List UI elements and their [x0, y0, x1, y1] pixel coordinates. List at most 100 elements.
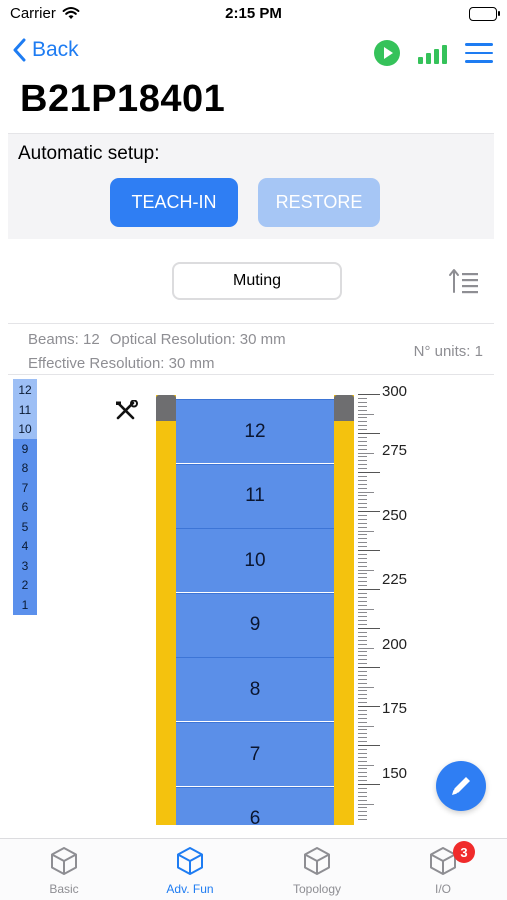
scale-tick [358, 686, 374, 688]
scale-tick [358, 522, 367, 524]
beam-6[interactable]: 6 [176, 786, 334, 825]
scale-tick [358, 468, 367, 470]
beam-10[interactable]: 10 [176, 528, 334, 593]
scale-tick [358, 483, 367, 485]
scale-tick [358, 394, 380, 395]
scale-tick [358, 674, 367, 676]
beam-index-number: 1 [21, 597, 29, 612]
scale-tick [358, 409, 367, 411]
cube-icon [51, 847, 77, 875]
beam-9[interactable]: 9 [176, 592, 334, 657]
menu-icon[interactable] [465, 43, 493, 63]
tab-label: Topology [292, 882, 342, 896]
tab-topology[interactable]: Topology [267, 845, 367, 896]
scale-label: 150 [382, 765, 408, 782]
scale-tick [358, 706, 380, 707]
scale-tick [358, 596, 367, 598]
tab-adv-fun[interactable]: Adv. Fun [140, 845, 240, 896]
back-button[interactable]: Back [12, 38, 79, 62]
scale-tick [358, 429, 367, 431]
scale-tick [358, 561, 367, 563]
curtain-rail-left [156, 395, 176, 825]
beam-index-number: 5 [21, 519, 29, 534]
scale-tick [358, 436, 367, 438]
beam-index-number: 12 [18, 383, 32, 397]
scale-tick [358, 495, 367, 497]
beam-index-number: 2 [21, 578, 29, 592]
beam-8[interactable]: 8 [176, 657, 334, 722]
scale-tick [358, 401, 367, 403]
effective-resolution: Effective Resolution: 30 mm [28, 355, 215, 372]
scale-tick [358, 444, 367, 446]
scale-tick [358, 542, 367, 544]
beam-12[interactable]: 12 [176, 399, 334, 463]
scale-tick [358, 698, 367, 700]
scale-tick [358, 530, 374, 532]
scale-tick [358, 585, 367, 587]
scale-tick [358, 600, 367, 602]
scale-tick [358, 667, 380, 668]
scale-tick [358, 550, 380, 551]
pencil-icon [452, 777, 470, 795]
tab-label: Adv. Fun [166, 882, 214, 896]
edit-button[interactable] [436, 761, 486, 811]
divider [8, 323, 494, 324]
curtain-rail-right [334, 395, 354, 825]
battery-icon [469, 7, 500, 21]
muting-button[interactable]: Muting [172, 262, 342, 300]
scale-tick [358, 690, 367, 692]
scale-tick [358, 784, 380, 785]
scale-tick [358, 573, 367, 575]
beam-7[interactable]: 7 [176, 722, 334, 786]
tab-label: I/O [434, 882, 451, 896]
notification-badge: 3 [453, 841, 475, 863]
restore-button[interactable]: RESTORE [258, 178, 380, 227]
tab-label: Basic [49, 882, 79, 896]
scale-tick [358, 534, 367, 536]
scale-tick [358, 787, 367, 789]
scale-label: 250 [382, 506, 408, 524]
scale-tick [358, 651, 367, 653]
scale-tick [358, 628, 380, 629]
scale-tick [358, 616, 367, 618]
scale-label: 200 [382, 635, 408, 653]
scale-tick [358, 745, 380, 746]
scale-tick [358, 577, 367, 579]
scale-tick [358, 546, 367, 548]
scale-tick [358, 776, 367, 778]
beam-11[interactable]: 11 [176, 463, 334, 528]
scale-tick [358, 417, 367, 419]
tab-io[interactable]: I/O 3 [393, 841, 493, 896]
scale-tick [358, 639, 367, 641]
scale-tick [358, 620, 367, 622]
teach-in-button[interactable]: TEACH-IN [110, 178, 238, 227]
signal-strength-icon[interactable] [418, 42, 447, 64]
scale-tick [358, 456, 367, 458]
page-title: B21P18401 [20, 78, 226, 120]
scale-tick [358, 405, 367, 407]
curtain-cap-right [334, 395, 354, 421]
scale-tick [358, 659, 367, 661]
units-count: N° units: 1 [413, 343, 483, 360]
tab-basic[interactable]: Basic [14, 845, 114, 896]
play-icon[interactable] [374, 40, 400, 66]
scale-tick [358, 421, 367, 423]
scale-tick [358, 460, 367, 462]
scale-tick [358, 741, 367, 743]
scale-tick [358, 425, 367, 427]
setup-label: Automatic setup: [18, 143, 160, 164]
beam-index-number: 6 [21, 500, 29, 514]
scale-tick [358, 694, 367, 696]
scale-tick [358, 592, 367, 594]
scale-tick [358, 475, 367, 477]
scale-tick [358, 581, 367, 583]
beam-index-strip[interactable]: 12 11 10 9 8 7 6 5 4 3 2 1 [13, 379, 37, 615]
automatic-setup-panel: Automatic setup: TEACH-IN RESTORE [8, 133, 494, 239]
scale-tick [358, 518, 367, 520]
scale-tick [358, 663, 367, 665]
scale-tick [358, 803, 374, 805]
scale-tick [358, 772, 367, 774]
tools-icon[interactable] [114, 399, 138, 427]
sort-icon[interactable] [448, 268, 480, 299]
clock: 2:15 PM [225, 5, 282, 22]
